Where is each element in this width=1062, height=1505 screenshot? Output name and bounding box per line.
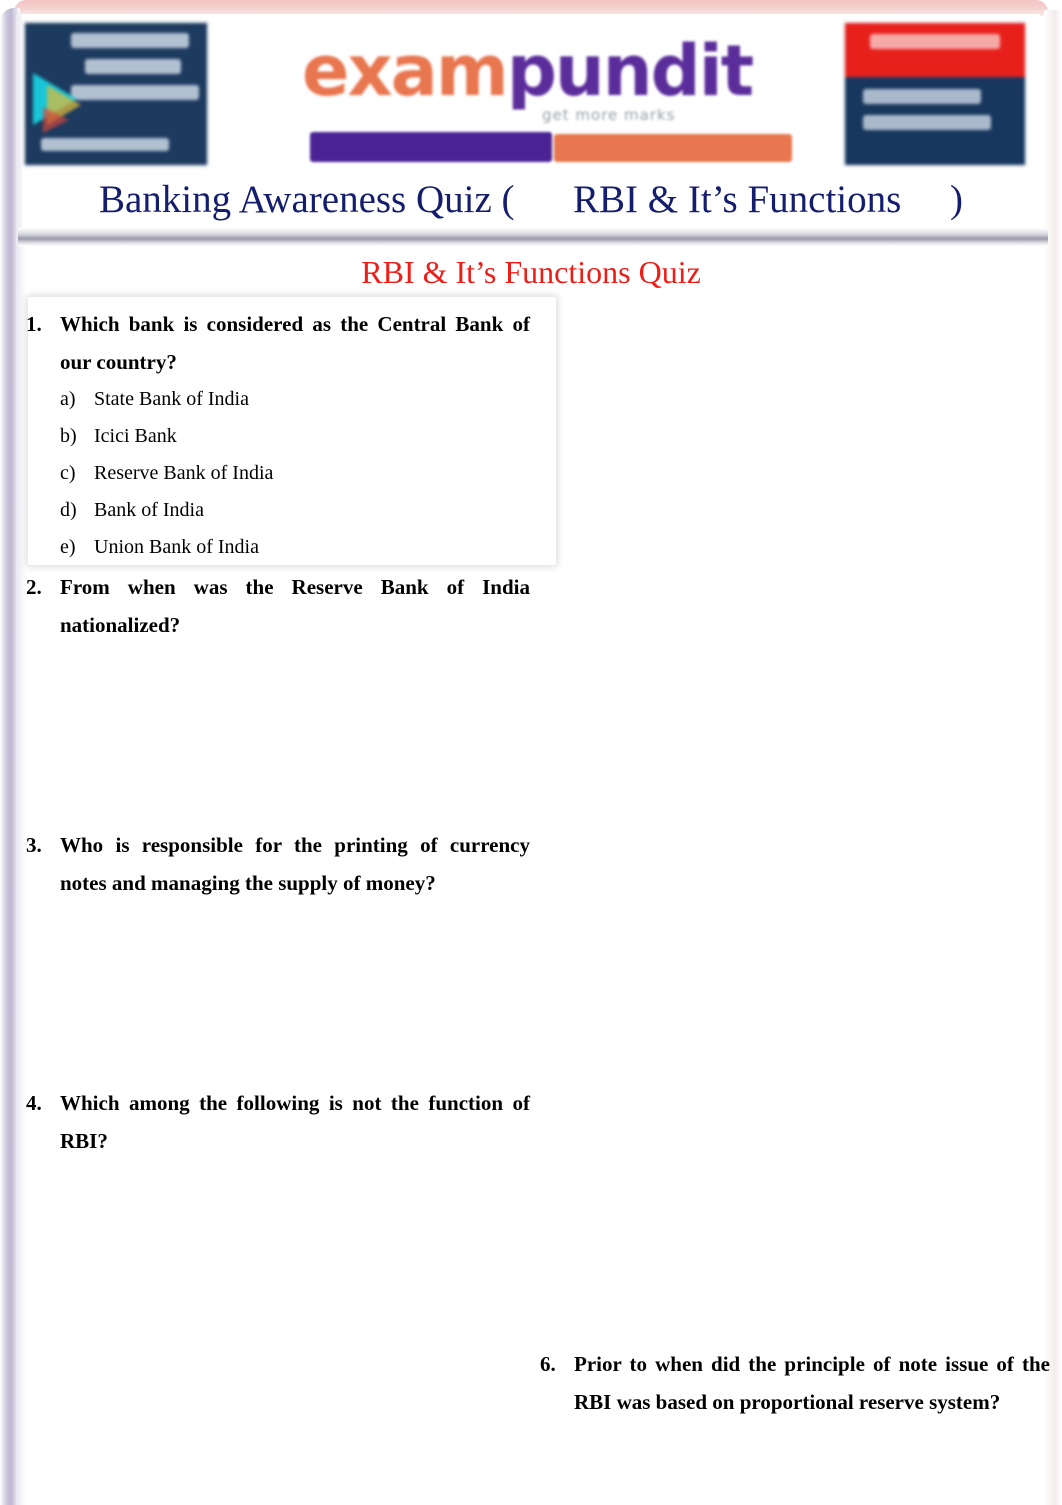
- page-header: exampundit get more marks Banking Awaren…: [22, 14, 1040, 230]
- option-item[interactable]: d) Bank of India: [20, 492, 530, 529]
- badge-left-text-lines: [71, 33, 207, 111]
- header-divider: [18, 228, 1048, 246]
- option-label: Bank of India: [94, 499, 204, 521]
- question-1-options: a) State Bank of India b) Icici Bank c) …: [20, 381, 530, 566]
- option-item[interactable]: a) State Bank of India: [20, 381, 530, 418]
- option-item[interactable]: c) Reserve Bank of India: [20, 455, 530, 492]
- question-number: 2.: [26, 575, 42, 599]
- option-key: a): [60, 388, 76, 410]
- question-row: 4. Which among the following is not the …: [20, 1084, 530, 1160]
- exampundit-logo: exampundit get more marks: [280, 32, 792, 168]
- option-key: d): [60, 499, 77, 521]
- special-offer-badge[interactable]: [842, 20, 1028, 168]
- question-number: 3.: [26, 833, 42, 857]
- question-block-2: 2. From when was the Reserve Bank of Ind…: [20, 568, 530, 644]
- option-label: Union Bank of India: [94, 536, 259, 558]
- question-text: From when was the Reserve Bank of India …: [60, 575, 530, 637]
- question-row: 2. From when was the Reserve Bank of Ind…: [20, 568, 530, 644]
- logo-wordmark: exampundit: [302, 36, 754, 106]
- quiz-heading: RBI & It’s Functions Quiz: [361, 254, 701, 290]
- option-label: State Bank of India: [94, 388, 249, 410]
- badge-right-text-lines: [863, 89, 1013, 141]
- question-block-4: 4. Which among the following is not the …: [20, 1084, 530, 1160]
- question-block-6: 6. Prior to when did the principle of no…: [534, 1345, 1050, 1421]
- questions-column-left: 1. Which bank is considered as the Centr…: [20, 297, 556, 1160]
- logo-pundit-text: pundit: [506, 30, 754, 112]
- option-key: e): [60, 536, 76, 558]
- option-key: b): [60, 425, 77, 447]
- option-label: Icici Bank: [94, 425, 177, 447]
- question-number: 4.: [26, 1091, 42, 1115]
- question-text: Prior to when did the principle of note …: [574, 1352, 1050, 1414]
- question-text: Which bank is considered as the Central …: [60, 312, 530, 374]
- question-block-3: 3. Who is responsible for the printing o…: [20, 826, 530, 902]
- question-row: 1. Which bank is considered as the Centr…: [20, 305, 530, 381]
- badge-right-red-section: [845, 23, 1025, 77]
- question-number: 6.: [540, 1352, 556, 1376]
- question-text: Which among the following is not the fun…: [60, 1091, 530, 1153]
- badge-left-bottom-lines: [41, 138, 199, 151]
- question-number: 1.: [26, 312, 42, 336]
- question-block-1: 1. Which bank is considered as the Centr…: [20, 305, 530, 566]
- logo-bar-orange: [554, 134, 792, 162]
- option-item[interactable]: e) Union Bank of India: [20, 529, 530, 566]
- google-play-app-badge[interactable]: [22, 20, 210, 168]
- questions-column-right: 6. Prior to when did the principle of no…: [534, 1345, 1050, 1421]
- google-play-icon-accent2: [43, 107, 69, 133]
- logo-exam-text: exam: [302, 30, 509, 112]
- option-item[interactable]: b) Icici Bank: [20, 418, 530, 455]
- logo-tagline: get more marks: [542, 106, 676, 124]
- question-row: 3. Who is responsible for the printing o…: [20, 826, 530, 902]
- question-text: Who is responsible for the printing of c…: [60, 833, 530, 895]
- logo-bar-purple: [310, 132, 552, 162]
- page-title: Banking Awareness Quiz ( RBI & It’s Func…: [98, 178, 964, 221]
- option-label: Reserve Bank of India: [94, 462, 274, 484]
- question-row: 6. Prior to when did the principle of no…: [534, 1345, 1050, 1421]
- option-key: c): [60, 462, 76, 484]
